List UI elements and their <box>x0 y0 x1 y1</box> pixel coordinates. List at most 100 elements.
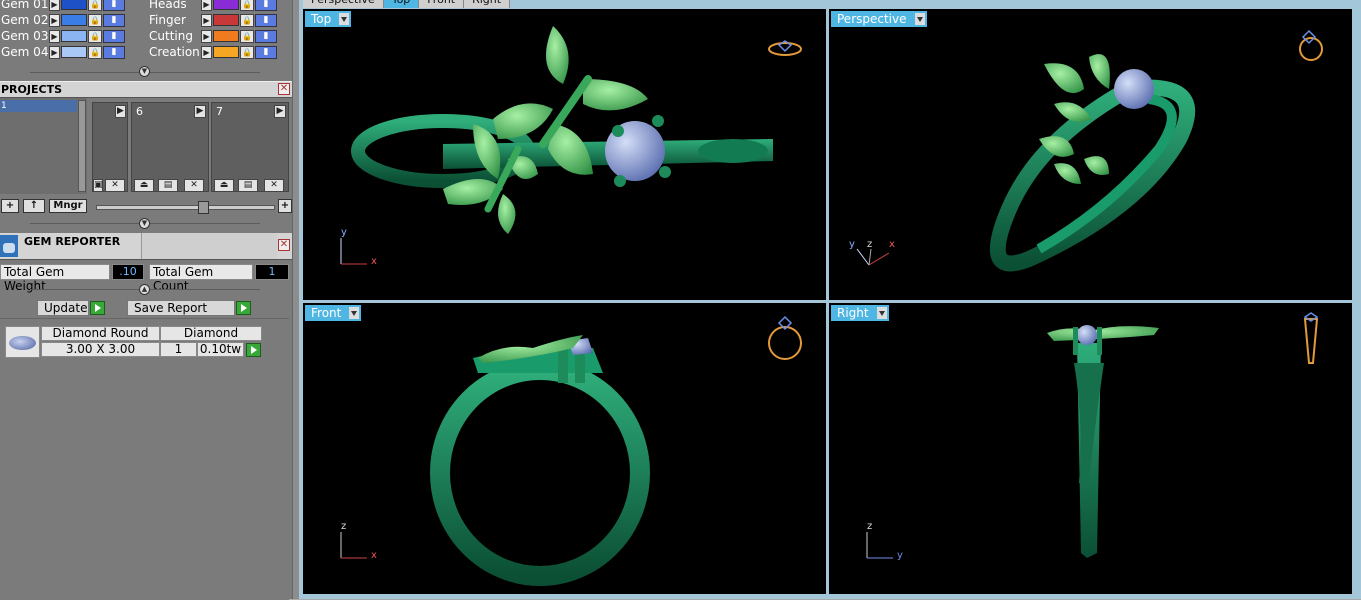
collapse-toggle-icon[interactable]: ▲ <box>139 284 150 295</box>
project-list-item[interactable]: 1 <box>0 100 77 112</box>
zoom-in-icon[interactable]: + <box>278 199 292 213</box>
arrow-right-icon[interactable]: ▶ <box>194 105 206 118</box>
viewport-tabs: Perspective Top Front Right <box>303 0 511 8</box>
delete-icon[interactable]: ✕ <box>105 179 125 192</box>
lock-icon[interactable]: 🔒 <box>240 0 254 11</box>
expand-icon[interactable]: ▶ <box>201 13 212 27</box>
zoom-slider-track[interactable] <box>96 205 275 210</box>
add-project-icon[interactable]: + <box>1 199 19 213</box>
load-icon[interactable]: ⏏ <box>214 179 234 192</box>
lock-icon[interactable]: 🔒 <box>88 45 102 59</box>
expand-icon[interactable]: ▶ <box>49 13 60 27</box>
layer-name: Creation <box>149 45 200 59</box>
visibility-icon[interactable]: ▮ <box>255 13 277 27</box>
mini-ring-icon <box>768 40 802 56</box>
layer-color-swatch[interactable] <box>61 0 87 10</box>
zoom-slider-handle[interactable] <box>198 201 209 214</box>
viewport-perspective[interactable]: Perspective y z x <box>829 9 1352 300</box>
total-gem-count-label: Total Gem Count <box>149 264 253 293</box>
axis-label-h: x <box>371 550 377 561</box>
layer-color-swatch[interactable] <box>61 14 87 26</box>
close-icon[interactable]: ✕ <box>278 239 290 251</box>
tab-top[interactable]: Top <box>383 0 420 8</box>
lock-icon[interactable]: 🔒 <box>88 13 102 27</box>
visibility-icon[interactable]: ▮ <box>255 45 277 59</box>
viewport-top[interactable]: Top y x <box>303 9 826 300</box>
layer-color-swatch[interactable] <box>213 46 239 58</box>
axis-label-v: z <box>341 521 347 532</box>
axis-label-x: x <box>889 239 895 250</box>
tab-front[interactable]: Front <box>419 0 465 8</box>
update-button[interactable]: Update <box>37 300 89 316</box>
manager-button[interactable]: Mngr <box>49 199 87 213</box>
ring-right-view <box>866 312 1319 559</box>
layer-row-gem03[interactable]: Gem 03 ▶ 🔒 ▮ <box>0 28 125 44</box>
lock-icon[interactable]: 🔒 <box>240 13 254 27</box>
visibility-icon[interactable]: ▮ <box>103 0 125 11</box>
project-thumb-number: 7 <box>216 105 223 118</box>
arrow-right-icon[interactable]: ▶ <box>274 105 286 118</box>
delete-icon[interactable]: ✕ <box>264 179 284 192</box>
visibility-icon[interactable]: ▮ <box>103 13 125 27</box>
total-gem-weight-label: Total Gem Weight <box>0 264 110 293</box>
viewport-right[interactable]: Right z y <box>829 303 1352 594</box>
visibility-icon[interactable]: ▮ <box>255 0 277 11</box>
layer-row-finger[interactable]: Finger ▶ 🔒 ▮ <box>148 12 277 28</box>
save-report-button[interactable]: Save Report <box>127 300 235 316</box>
layer-name: Gem 02 <box>1 13 49 27</box>
save-icon[interactable]: ▤ <box>158 179 178 192</box>
gem-row-play-icon[interactable] <box>246 343 261 357</box>
expand-icon[interactable]: ▶ <box>201 29 212 43</box>
delete-icon[interactable]: ✕ <box>184 179 204 192</box>
load-icon[interactable]: ⏏ <box>134 179 154 192</box>
save-report-play-icon[interactable] <box>236 301 251 315</box>
expand-icon[interactable]: ▶ <box>201 45 212 59</box>
layer-color-swatch[interactable] <box>213 14 239 26</box>
axis-indicator <box>866 532 893 559</box>
arrow-right-icon[interactable]: ▶ <box>115 105 126 118</box>
update-play-icon[interactable] <box>90 301 105 315</box>
layer-color-swatch[interactable] <box>61 30 87 42</box>
layer-color-swatch[interactable] <box>61 46 87 58</box>
gem-list <box>0 318 289 600</box>
scrollbar[interactable] <box>78 100 86 192</box>
project-thumb-number: 6 <box>136 105 143 118</box>
projects-list[interactable]: 1 <box>0 98 87 194</box>
layer-row-heads[interactable]: Heads ▶ 🔒 ▮ <box>148 0 277 12</box>
close-icon[interactable]: ✕ <box>278 83 290 95</box>
visibility-icon[interactable]: ▮ <box>103 29 125 43</box>
layer-name: Gem 01 <box>1 0 49 11</box>
ring-front-view <box>340 315 802 586</box>
layer-color-swatch[interactable] <box>213 0 239 10</box>
expand-icon[interactable]: ▶ <box>49 0 60 11</box>
layer-row-cutting[interactable]: Cutting ▶ 🔒 ▮ <box>148 28 277 44</box>
layer-row-gem02[interactable]: Gem 02 ▶ 🔒 ▮ <box>0 12 125 28</box>
gem-shape-cell: Diamond Round <box>41 326 160 341</box>
upload-icon[interactable]: ↑ <box>23 199 45 213</box>
lock-icon[interactable]: 🔒 <box>88 29 102 43</box>
save-icon[interactable]: ▤ <box>238 179 258 192</box>
layer-color-swatch[interactable] <box>213 30 239 42</box>
visibility-icon[interactable]: ▮ <box>103 45 125 59</box>
gem-reporter-header: GEM REPORTER ✕ <box>0 233 292 260</box>
projects-title: PROJECTS <box>1 83 62 96</box>
diamond-round-thumbnail[interactable] <box>5 326 40 358</box>
expand-icon[interactable]: ▶ <box>49 45 60 59</box>
layer-row-creation[interactable]: Creation ▶ 🔒 ▮ <box>148 44 277 60</box>
tab-right[interactable]: Right <box>464 0 511 8</box>
collapse-toggle-icon[interactable]: ▼ <box>139 218 150 229</box>
lock-icon[interactable]: 🔒 <box>240 29 254 43</box>
ring-top-view <box>340 26 802 265</box>
layer-row-gem04[interactable]: Gem 04 ▶ 🔒 ▮ <box>0 44 125 60</box>
axis-label-h: x <box>371 256 377 267</box>
load-icon[interactable]: ▣ <box>93 179 103 192</box>
visibility-icon[interactable]: ▮ <box>255 29 277 43</box>
lock-icon[interactable]: 🔒 <box>88 0 102 11</box>
tab-perspective[interactable]: Perspective <box>303 0 384 8</box>
lock-icon[interactable]: 🔒 <box>240 45 254 59</box>
collapse-toggle-icon[interactable]: ▼ <box>139 66 150 77</box>
expand-icon[interactable]: ▶ <box>49 29 60 43</box>
viewport-front[interactable]: Front z x <box>303 303 826 594</box>
layer-row-gem01[interactable]: Gem 01 ▶ 🔒 ▮ <box>0 0 125 12</box>
expand-icon[interactable]: ▶ <box>201 0 212 11</box>
